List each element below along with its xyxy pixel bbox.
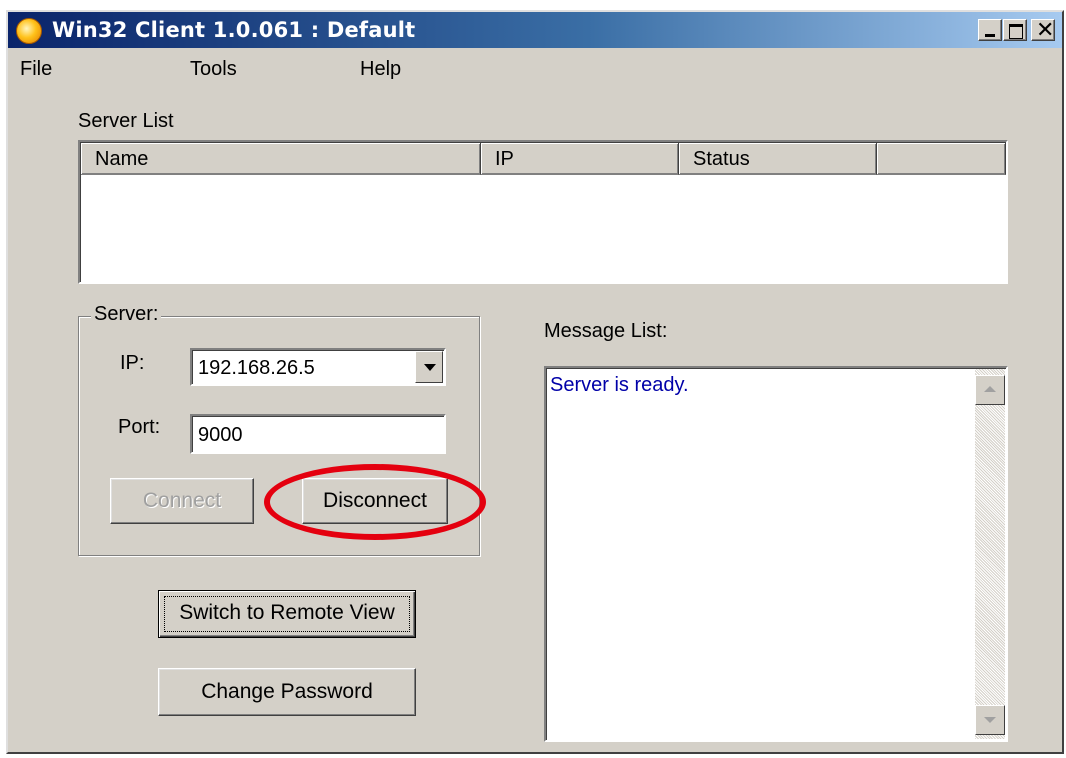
message-list-label: Message List: [544,320,668,342]
server-list-label: Server List [78,110,174,132]
vertical-scrollbar[interactable] [975,369,1005,739]
scroll-down-icon[interactable] [975,705,1005,735]
change-password-button[interactable]: Change Password [158,668,416,716]
scroll-up-icon[interactable] [975,375,1005,405]
remote-view-label: Switch to Remote View [179,601,395,624]
switch-to-remote-view-button[interactable]: Switch to Remote View [158,590,416,638]
message-list[interactable]: Server is ready. [544,366,1008,742]
menu-bar: File Tools Help [8,50,1062,84]
server-list[interactable]: Name IP Status [78,140,1008,284]
column-header-filler [877,143,1006,175]
minimize-icon[interactable] [978,19,1002,41]
title-bar[interactable]: Win32 Client 1.0.061 : Default ✕ [8,12,1062,48]
close-icon[interactable]: ✕ [1031,18,1055,42]
highlight-ellipse-annotation [264,464,486,540]
column-header-name[interactable]: Name [81,143,481,175]
app-window: Win32 Client 1.0.061 : Default ✕ File To… [6,10,1064,754]
message-item: Server is ready. [550,374,689,396]
menu-file[interactable]: File [20,58,52,81]
window-title: Win32 Client 1.0.061 : Default [52,18,416,42]
ip-combobox[interactable]: 192.168.26.5 [190,348,446,386]
connect-button[interactable]: Connect [110,478,254,524]
app-logo-icon [16,18,42,44]
menu-help[interactable]: Help [360,58,401,81]
chevron-down-icon[interactable] [415,351,443,383]
ip-label: IP: [120,352,145,374]
server-group-caption: Server: [91,303,162,326]
ip-value: 192.168.26.5 [198,357,315,379]
menu-tools[interactable]: Tools [190,58,237,81]
port-label: Port: [118,416,161,438]
port-input[interactable] [190,414,446,454]
server-list-header: Name IP Status [81,143,1006,175]
column-header-ip[interactable]: IP [481,143,679,175]
column-header-status[interactable]: Status [679,143,877,175]
maximize-icon[interactable] [1003,19,1027,41]
